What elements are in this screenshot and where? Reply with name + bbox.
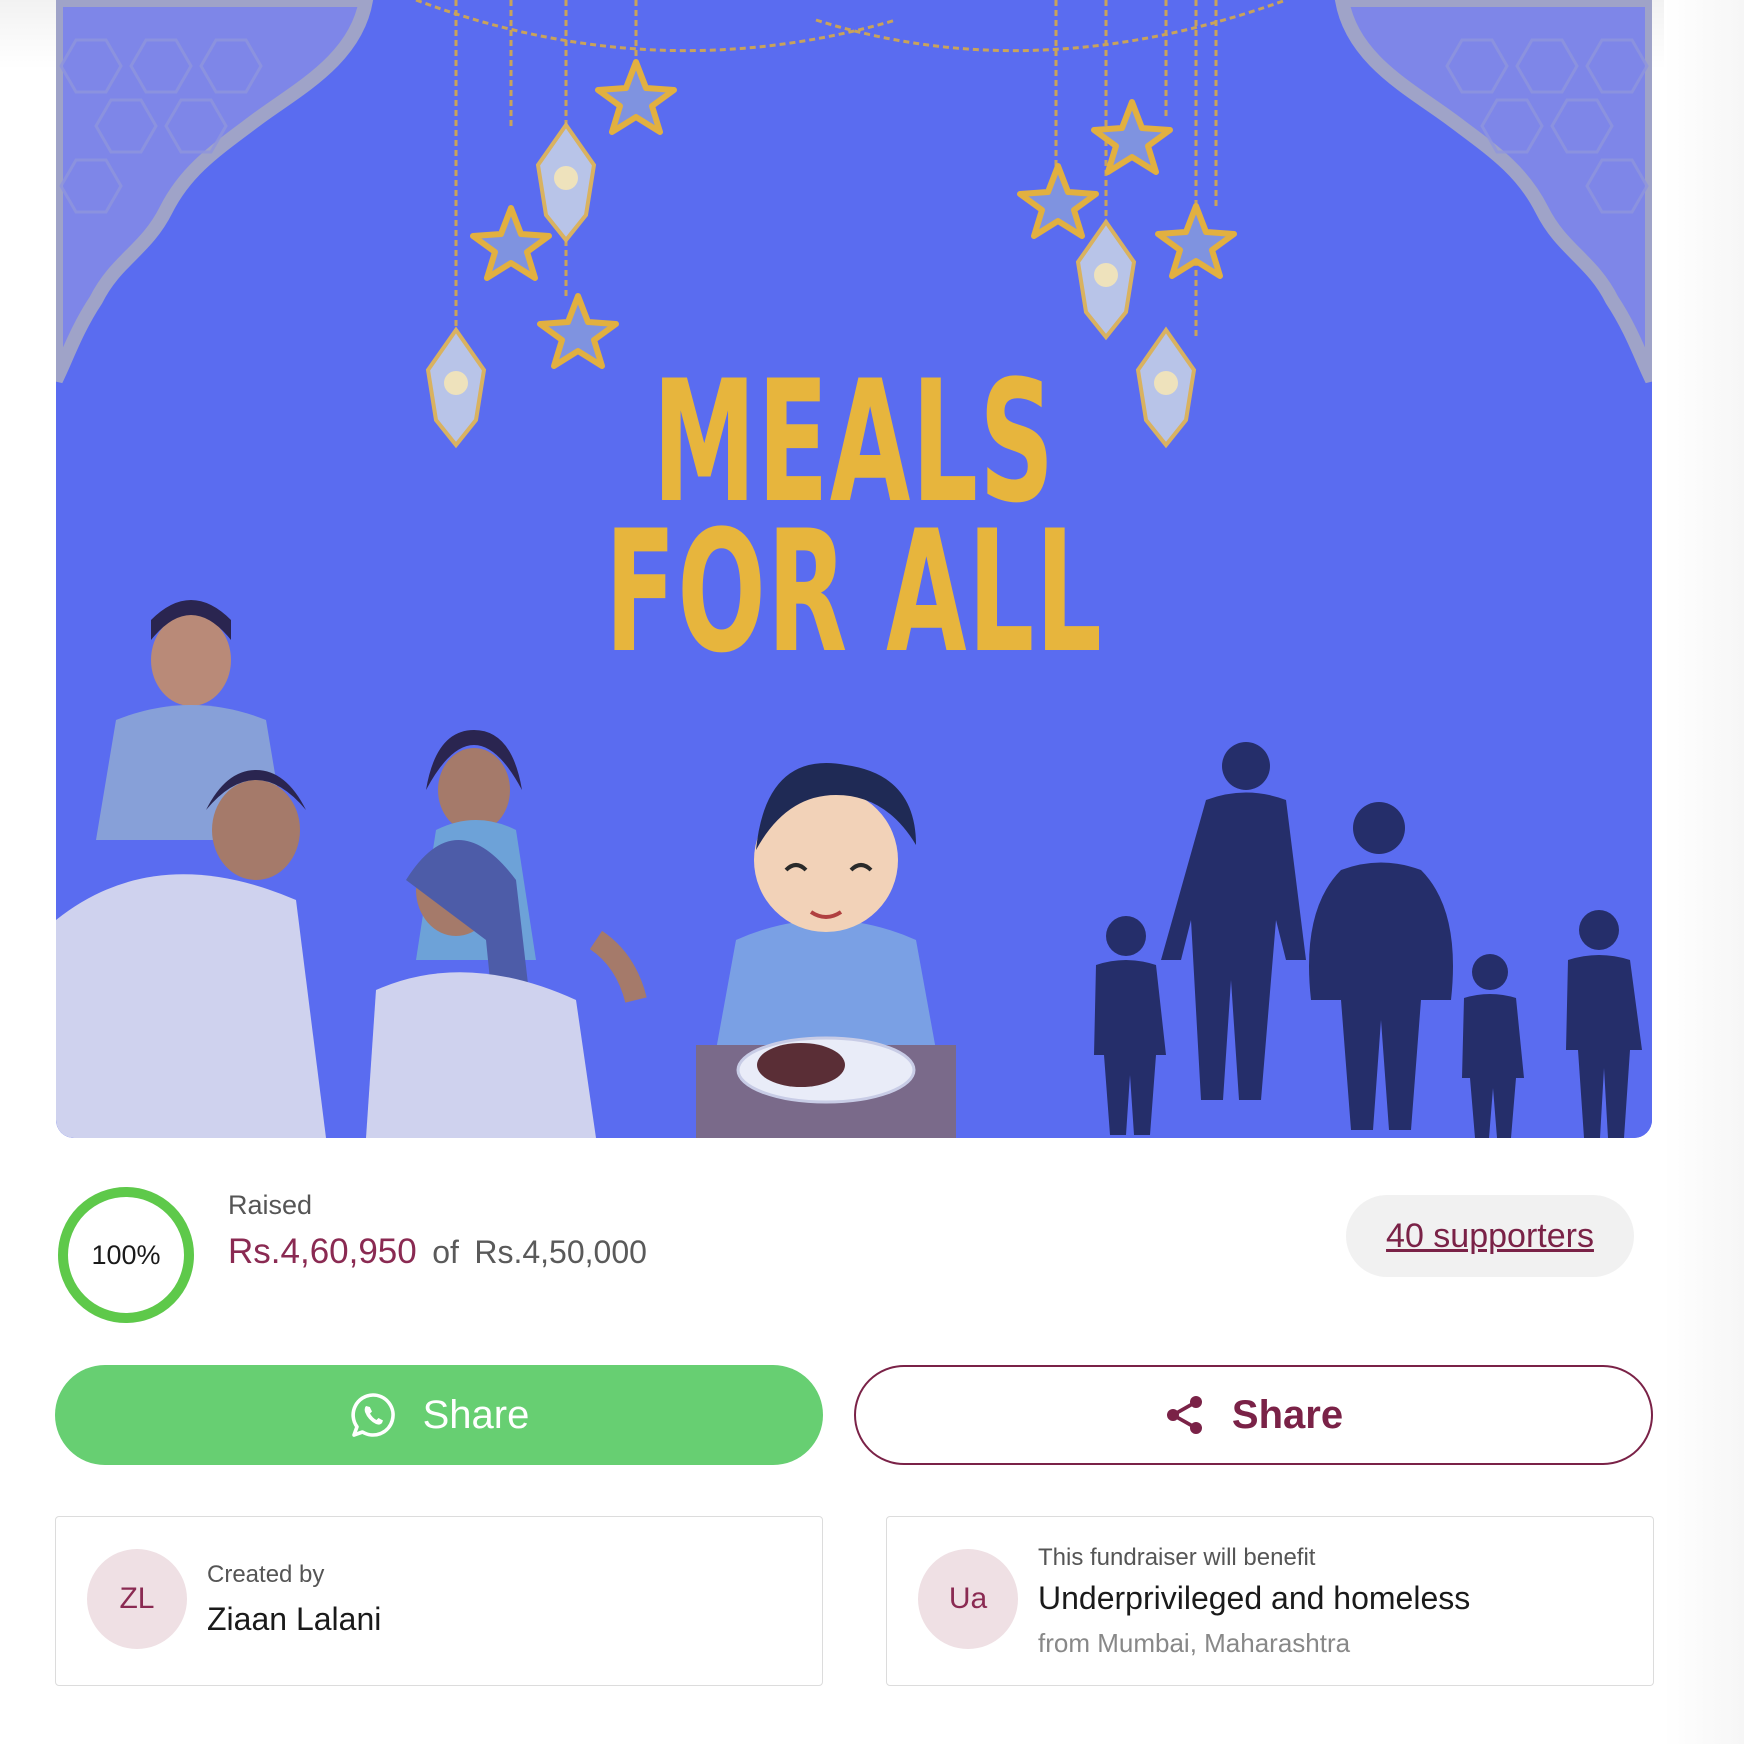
right-edge-gutter	[1664, 0, 1744, 1744]
whatsapp-share-label: Share	[422, 1392, 530, 1437]
creator-avatar: ZL	[87, 1549, 187, 1649]
supporters-link[interactable]: 40 supporters	[1386, 1217, 1594, 1255]
beneficiary-caption: This fundraiser will benefit	[1038, 1544, 1316, 1571]
banner-title-line2: FOR ALL	[604, 494, 1104, 690]
goal-amount: Rs.4,50,000	[474, 1234, 647, 1270]
raised-amount: Rs.4,60,950	[228, 1232, 417, 1271]
whatsapp-icon	[349, 1391, 397, 1439]
beneficiary-location: from Mumbai, Maharashtra	[1038, 1628, 1351, 1658]
raised-summary: Rs.4,60,950 of Rs.4,50,000	[228, 1232, 647, 1272]
share-label: Share	[1231, 1392, 1344, 1437]
raised-label: Raised	[228, 1190, 313, 1220]
beneficiary-avatar: Ua	[918, 1549, 1018, 1649]
share-button[interactable]: Share	[854, 1365, 1653, 1465]
fundraiser-banner-image: MEALS FOR ALL	[56, 0, 1652, 1138]
funding-progress-ring: 100%	[55, 1184, 197, 1326]
progress-percent: 100%	[91, 1240, 161, 1270]
share-icon	[1164, 1394, 1206, 1436]
supporters-pill[interactable]: 40 supporters	[1346, 1195, 1634, 1277]
creator-name: Ziaan Lalani	[207, 1601, 382, 1637]
beneficiary-card[interactable]: Ua This fundraiser will benefit Underpri…	[886, 1516, 1654, 1686]
creator-card[interactable]: ZL Created by Ziaan Lalani	[55, 1516, 823, 1686]
raised-of-text: of	[432, 1234, 459, 1270]
beneficiary-name: Underprivileged and homeless	[1038, 1580, 1471, 1616]
whatsapp-share-button[interactable]: Share	[55, 1365, 823, 1465]
creator-caption: Created by	[207, 1561, 325, 1588]
